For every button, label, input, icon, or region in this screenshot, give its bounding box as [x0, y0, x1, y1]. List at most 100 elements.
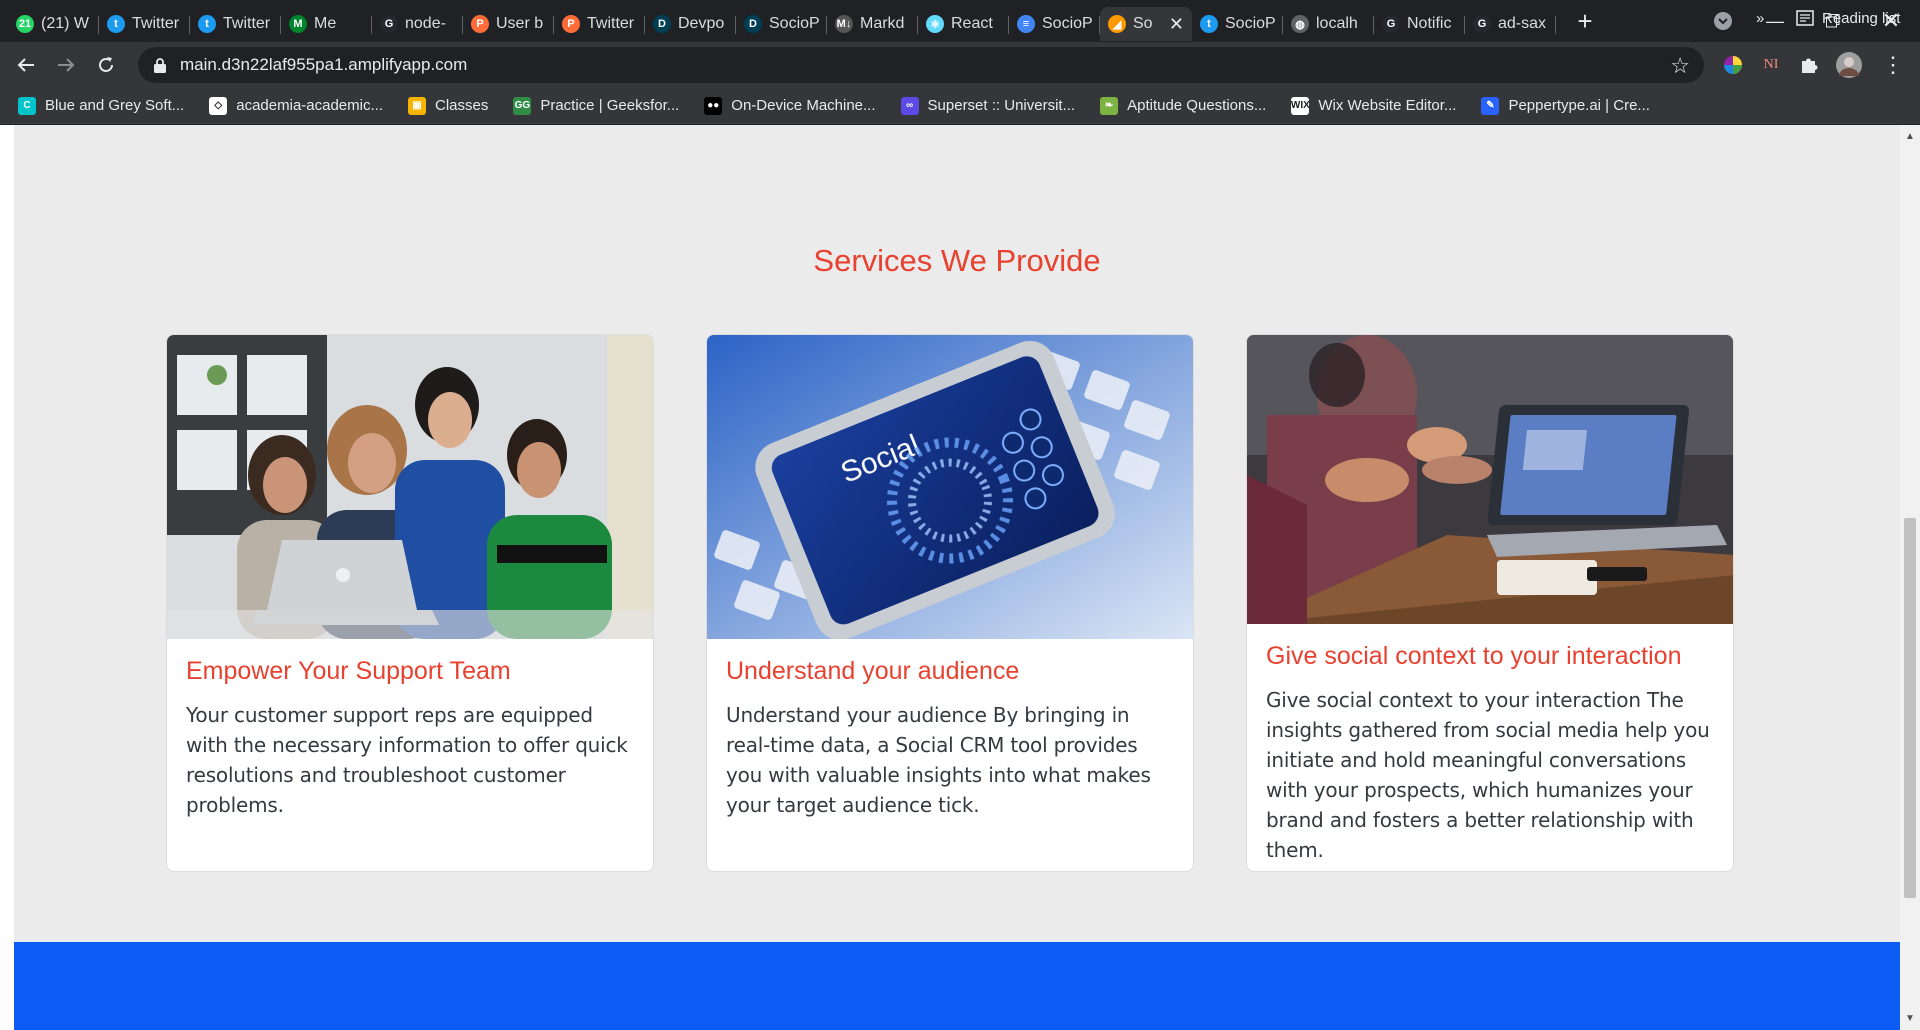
- color-extension-icon[interactable]: [1716, 42, 1750, 88]
- tab-title: SocioP: [769, 15, 819, 32]
- new-tab-icon[interactable]: +: [1570, 6, 1600, 37]
- section-title: Services We Provide: [813, 243, 1101, 278]
- browser-tab[interactable]: t Twitter: [99, 7, 190, 41]
- bookmark-label: Peppertype.ai | Cre...: [1508, 97, 1650, 114]
- bookmark-item[interactable]: WIX Wix Website Editor...: [1291, 96, 1457, 115]
- browser-tab[interactable]: 21 (21) W: [8, 7, 99, 41]
- whatsapp-icon: 21: [16, 15, 34, 33]
- browser-tab[interactable]: t Twitter: [190, 7, 281, 41]
- tab-title: SocioP: [1042, 15, 1092, 32]
- browser-tab[interactable]: t SocioP: [1192, 7, 1283, 41]
- reload-button[interactable]: [86, 45, 126, 85]
- browser-tab[interactable]: Gad-sax: [1465, 7, 1556, 41]
- tab-title: SocioP: [1225, 15, 1275, 32]
- bookmark-label: Aptitude Questions...: [1127, 97, 1267, 114]
- service-card-audience: Social Understand your audience Understa…: [706, 334, 1194, 872]
- browser-tab[interactable]: D Devpo: [645, 7, 736, 41]
- card-title: Give social context to your interaction: [1266, 642, 1682, 670]
- services-section: Services We Provide Empower Your Support…: [14, 125, 1900, 1030]
- browser-tab[interactable]: ≡ SocioP: [1009, 7, 1100, 41]
- blue-footer-band: [14, 942, 1900, 1030]
- tab-title: Twitter: [132, 15, 180, 32]
- github-icon: G: [1382, 15, 1400, 33]
- classroom-icon: ▣: [407, 96, 426, 115]
- bookmark-label: Superset :: Universit...: [927, 97, 1076, 114]
- browser-tab[interactable]: Gnode-: [372, 7, 463, 41]
- page-left-margin: [0, 125, 14, 1030]
- tab-title: ad-sax: [1498, 15, 1547, 32]
- tab-search-icon[interactable]: [1700, 0, 1746, 42]
- devpost-icon: D: [653, 15, 671, 33]
- coursera-icon: ●●: [704, 96, 723, 115]
- tab-title: Notific: [1407, 15, 1452, 32]
- lock-icon[interactable]: [154, 58, 166, 73]
- postman-icon: P: [562, 15, 580, 33]
- browser-menu-icon[interactable]: ⋮: [1876, 42, 1910, 88]
- twitter-icon: t: [107, 15, 125, 33]
- bookmark-label: Practice | Geeksfor...: [540, 97, 680, 114]
- scroll-down-arrow-icon[interactable]: ▼: [1900, 1013, 1920, 1024]
- profile-avatar[interactable]: [1832, 42, 1866, 88]
- browser-tab[interactable]: ◢ So ✕: [1100, 7, 1192, 41]
- markdown-icon: M↓: [835, 15, 853, 33]
- url-text[interactable]: main.d3n22laf955pa1.amplifyapp.com: [180, 55, 467, 75]
- leaf-icon: ❧: [1100, 96, 1119, 115]
- docs-icon: ≡: [1017, 15, 1035, 33]
- team-laptop-photo: [167, 335, 653, 639]
- diamond-icon: ◇: [209, 96, 228, 115]
- bookmark-item[interactable]: ✎ Peppertype.ai | Cre...: [1481, 96, 1650, 115]
- extensions-puzzle-icon[interactable]: [1792, 42, 1826, 88]
- bookmark-item[interactable]: ●● On-Device Machine...: [704, 96, 876, 115]
- tab-title: User b: [496, 15, 544, 32]
- browser-tab[interactable]: M↓ Markd: [827, 7, 918, 41]
- reading-list-icon: [1796, 10, 1814, 26]
- bookmark-label: Blue and Grey Soft...: [45, 97, 185, 114]
- bookmark-item[interactable]: ▣ Classes: [407, 96, 489, 115]
- scroll-up-arrow-icon[interactable]: ▲: [1900, 131, 1920, 142]
- tab-title: Twitter: [223, 15, 271, 32]
- tab-title: node-: [405, 15, 446, 32]
- tab-close-icon[interactable]: ✕: [1169, 14, 1184, 35]
- bookmark-label: Wix Website Editor...: [1318, 97, 1457, 114]
- bookmark-item[interactable]: ❧ Aptitude Questions...: [1100, 96, 1267, 115]
- bookmarks-bar: C Blue and Grey Soft... ◇ academia-academic…: [0, 88, 1920, 124]
- bookmark-item[interactable]: C Blue and Grey Soft...: [18, 96, 185, 115]
- browser-tab[interactable]: P Twitter: [554, 7, 645, 41]
- card-text: Understand your audience By bringing in …: [726, 703, 1151, 817]
- bookmark-star-icon[interactable]: ☆: [1670, 53, 1690, 79]
- globe-icon: ◍: [1291, 15, 1309, 33]
- reading-list-button[interactable]: Reading list: [1796, 0, 1900, 36]
- tab-title: (21) W: [41, 15, 89, 32]
- bookmark-item[interactable]: GG Practice | Geeksfor...: [513, 96, 680, 115]
- card-text: Give social context to your interaction …: [1266, 688, 1710, 862]
- bookmark-label: Classes: [434, 97, 489, 114]
- browser-tab[interactable]: D SocioP: [736, 7, 827, 41]
- browser-tab[interactable]: G Notific: [1374, 7, 1465, 41]
- postman-icon: P: [471, 15, 489, 33]
- tab-title: Markd: [860, 15, 905, 32]
- address-bar[interactable]: main.d3n22laf955pa1.amplifyapp.com ☆: [138, 47, 1704, 83]
- bookmark-item[interactable]: ◇ academia-academic...: [209, 96, 383, 115]
- back-button[interactable]: [6, 45, 46, 85]
- extension-icon[interactable]: NI: [1754, 42, 1788, 88]
- meeting-photo: [1247, 335, 1733, 624]
- browser-tab[interactable]: P User b: [463, 7, 554, 41]
- tab-title: Twitter: [587, 15, 635, 32]
- scroll-thumb[interactable]: [1904, 518, 1916, 898]
- card-title: Understand your audience: [726, 657, 1020, 685]
- forward-button[interactable]: [46, 45, 86, 85]
- browser-tab[interactable]: ◍ localh: [1283, 7, 1374, 41]
- page-scrollbar[interactable]: ▲ ▼: [1900, 125, 1920, 1030]
- tab-title: Devpo: [678, 15, 725, 32]
- bookmark-item[interactable]: ∞ Superset :: Universit...: [900, 96, 1076, 115]
- browser-tab[interactable]: M Me: [281, 7, 372, 41]
- wix-icon: WIX: [1291, 96, 1310, 115]
- tab-title: Me: [314, 15, 337, 32]
- canva-icon: C: [18, 96, 36, 115]
- github-icon: G: [380, 15, 398, 33]
- bookmark-label: academia-academic...: [236, 97, 383, 114]
- browser-tab[interactable]: ⚛ React: [918, 7, 1009, 41]
- superset-icon: ∞: [900, 96, 919, 115]
- tab-title: So: [1133, 15, 1153, 32]
- bookmarks-overflow-button[interactable]: »: [1756, 0, 1764, 36]
